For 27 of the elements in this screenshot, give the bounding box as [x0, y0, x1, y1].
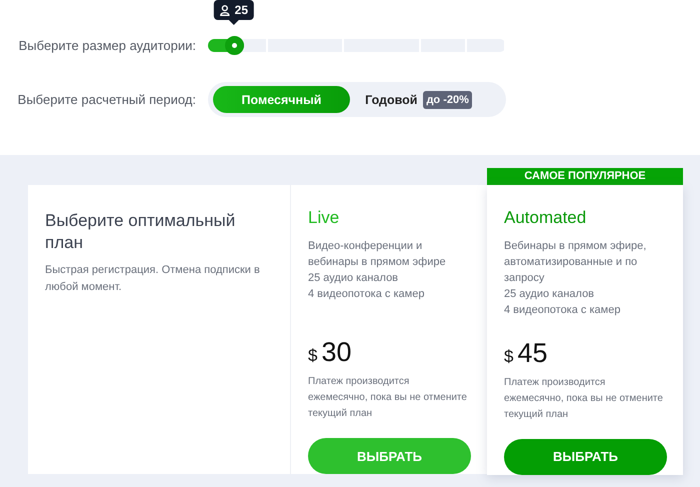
choose-button[interactable]: ВЫБРАТЬ	[504, 438, 667, 475]
plan-feature: 25 аудио каналов	[308, 271, 400, 286]
choose-button[interactable]: ВЫБРАТЬ	[308, 438, 471, 474]
plan-price: 45	[517, 338, 548, 369]
popular-banner: САМОЕ ПОПУЛЯРНОЕ	[487, 168, 683, 185]
audience-label: Выберите размер аудитории:	[18, 38, 196, 53]
plan-feature: 25 аудио каналов	[504, 287, 596, 302]
plan-feature: 4 видеопотока с камер	[308, 287, 426, 302]
audience-value: 25	[234, 3, 248, 17]
plan-name: Live	[308, 208, 340, 228]
plan-feature: Вебинары в прямом эфире, автоматизированные и по запросу	[504, 239, 648, 286]
plan-price: 30	[321, 337, 352, 368]
billing-note: Платеж производится ежемесячно, пока вы не отмените текущий план	[504, 376, 664, 422]
intro-subtitle: Быстрая регистрация. Отмена подписки в любой момент.	[45, 263, 261, 295]
intro-title: Выберите оптимальный план	[45, 210, 236, 254]
period-option[interactable]: Помесячный	[213, 86, 350, 113]
plan-name: Automated	[504, 208, 588, 228]
period-option[interactable]: Годовой до -20%	[350, 86, 487, 113]
plan-feature: 4 видеопотока с камер	[504, 303, 622, 318]
user-icon	[220, 4, 230, 16]
billing-note: Платеж производится ежемесячно, пока вы не отмените текущий план	[308, 375, 468, 422]
slider-thumb[interactable]	[224, 36, 244, 55]
currency-sign: $	[308, 346, 318, 366]
plan-feature: Видео-конференции и вебинары в прямом эфире	[308, 239, 447, 270]
discount-badge: до -20%	[423, 90, 472, 108]
currency-sign: $	[504, 346, 514, 367]
period-label: Выберите расчетный период:	[16, 92, 196, 107]
